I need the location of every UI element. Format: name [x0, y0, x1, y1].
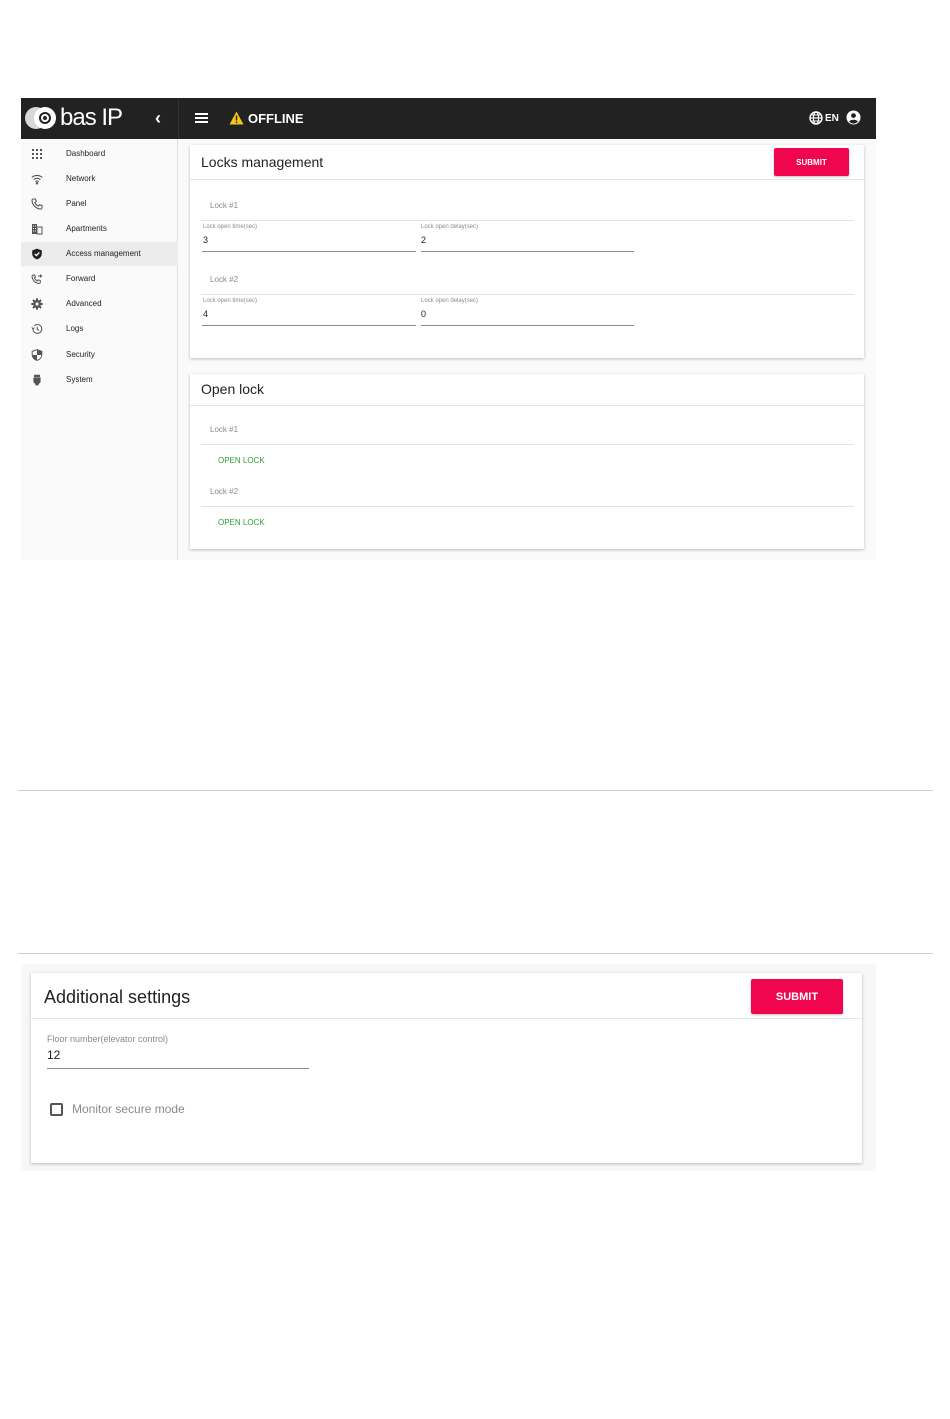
sidebar-item-dashboard[interactable]: Dashboard [21, 142, 178, 166]
lock-1-label: Lock #1 [210, 201, 239, 210]
card-title: Locks management [201, 154, 324, 170]
grid-icon [32, 149, 42, 159]
input-underline [421, 325, 634, 326]
card-header-divider [190, 179, 864, 180]
input-underline [421, 251, 634, 252]
input-underline [202, 251, 416, 252]
sidebar-item-forward[interactable]: Forward [21, 267, 178, 291]
lock-1-open-time-label: Lock open time(sec) [203, 224, 258, 230]
sidebar-item-label: Network [66, 174, 96, 183]
card-header-divider [190, 405, 864, 406]
sidebar-item-panel[interactable]: Panel [21, 192, 178, 216]
web-interface-screenshot: bas IP ‹ OFFLINE EN Dashboard Network Pa… [21, 98, 876, 560]
open-lock-card: Open lock Lock #1 OPEN LOCK Lock #2 OPEN… [190, 374, 864, 549]
locks-management-card: Locks management SUBMIT Lock #1 Lock ope… [190, 145, 864, 358]
sidebar-item-advanced[interactable]: Advanced [21, 292, 178, 316]
logo-mark-icon [25, 106, 56, 130]
locks-submit-button[interactable]: SUBMIT [774, 148, 849, 176]
sidebar-item-label: Access management [66, 249, 141, 258]
section-divider [201, 444, 854, 445]
sidebar-item-security[interactable]: Security [21, 343, 178, 367]
topbar-divider [178, 98, 179, 139]
lock-1-open-delay-label: Lock open delay(sec) [421, 224, 479, 230]
lock-2-open-time-label: Lock open time(sec) [203, 298, 258, 304]
additional-settings-card: Additional settings SUBMIT Floor number(… [31, 973, 862, 1163]
phone-forward-icon [31, 274, 43, 284]
sidebar-item-logs[interactable]: Logs [21, 317, 178, 341]
phone-icon [31, 198, 43, 210]
sidebar-item-system[interactable]: System [21, 368, 178, 392]
lock-2-label: Lock #2 [210, 487, 239, 496]
connection-status: OFFLINE [248, 111, 304, 126]
lock-1-open-time-input[interactable]: 3 [203, 235, 208, 245]
lock-2-open-delay-input[interactable]: 0 [421, 309, 426, 319]
bas-ip-logo: bas IP [25, 104, 123, 131]
section-divider [201, 506, 854, 507]
language-selector[interactable]: EN [825, 112, 839, 125]
warning-icon [229, 111, 244, 125]
lock-2-open-delay-label: Lock open delay(sec) [421, 298, 479, 304]
lock-1-label: Lock #1 [210, 425, 239, 434]
history-icon [31, 324, 43, 334]
top-app-bar: bas IP ‹ OFFLINE EN [21, 98, 876, 139]
lock-1-open-delay-input[interactable]: 2 [421, 235, 426, 245]
monitor-secure-mode-checkbox[interactable] [50, 1103, 63, 1116]
input-underline [47, 1068, 309, 1069]
floor-number-label: Floor number(elevator control) [47, 1034, 169, 1044]
sidebar-item-label: System [66, 375, 93, 384]
lock-2-label: Lock #2 [210, 275, 239, 284]
card-title: Open lock [201, 381, 265, 397]
globe-icon[interactable] [809, 111, 823, 125]
open-lock-1-button[interactable]: OPEN LOCK [218, 456, 265, 465]
monitor-secure-mode-label: Monitor secure mode [72, 1102, 185, 1116]
sidebar-item-label: Logs [66, 324, 84, 333]
shield-check-icon [32, 248, 42, 260]
sidebar-item-access-management[interactable]: Access management [21, 242, 178, 266]
lock-2-open-time-input[interactable]: 4 [203, 309, 208, 319]
page-divider [18, 790, 933, 791]
security-shield-icon [31, 349, 43, 361]
sidebar-item-apartments[interactable]: Apartments [21, 217, 178, 241]
wifi-icon [31, 174, 43, 185]
sidebar-item-label: Security [66, 350, 95, 359]
additional-settings-screenshot: Additional settings SUBMIT Floor number(… [21, 964, 876, 1171]
sidebar-item-network[interactable]: Network [21, 167, 178, 191]
additional-settings-submit-button[interactable]: SUBMIT [751, 979, 843, 1014]
building-icon [32, 224, 43, 235]
gear-icon [31, 298, 43, 310]
section-divider [201, 294, 854, 295]
floor-number-input[interactable]: 12 [47, 1048, 60, 1062]
sidebar: Dashboard Network Panel Apartments Acces… [21, 139, 178, 560]
card-title: Additional settings [44, 987, 191, 1007]
page-divider [18, 953, 933, 954]
logo-text: bas IP [60, 104, 123, 131]
account-circle-icon[interactable] [846, 110, 861, 125]
menu-icon[interactable] [195, 113, 208, 123]
input-underline [202, 325, 416, 326]
sidebar-item-label: Apartments [66, 224, 107, 233]
sidebar-item-label: Dashboard [66, 149, 106, 158]
system-icon [33, 374, 41, 386]
sidebar-item-label: Advanced [66, 299, 102, 308]
section-divider [201, 220, 854, 221]
sidebar-item-label: Panel [66, 199, 87, 208]
collapse-sidebar-chevron-icon[interactable]: ‹ [150, 108, 166, 128]
open-lock-2-button[interactable]: OPEN LOCK [218, 518, 265, 527]
card-header-divider [31, 1018, 862, 1019]
sidebar-item-label: Forward [66, 274, 96, 283]
